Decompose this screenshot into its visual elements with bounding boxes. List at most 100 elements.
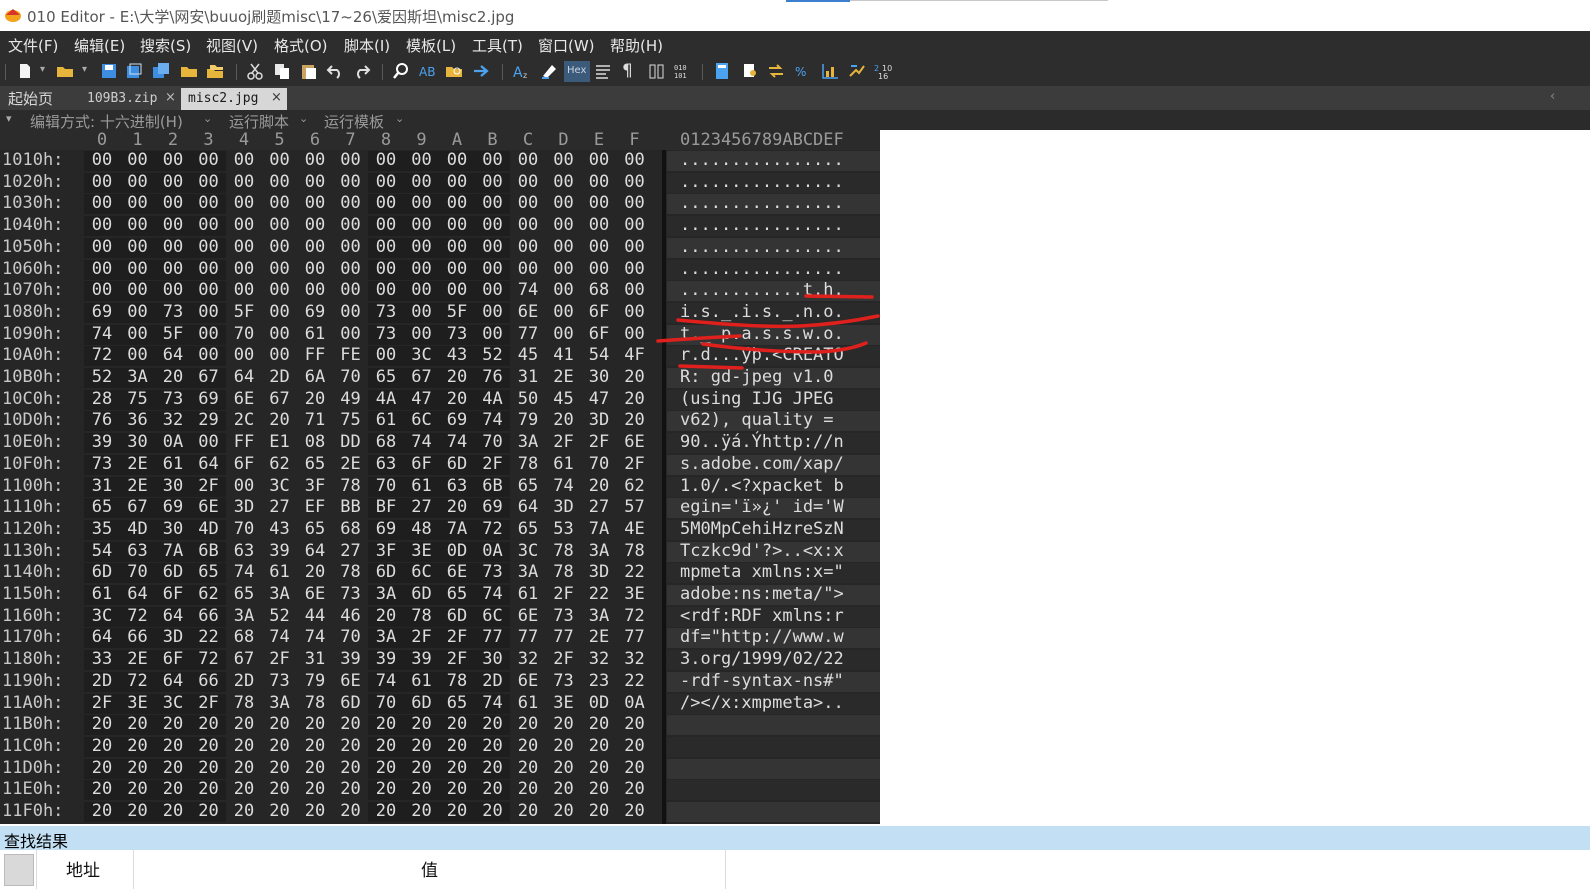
hex-byte[interactable]: 39: [404, 649, 440, 669]
hex-byte[interactable]: 20: [404, 801, 440, 821]
hex-byte[interactable]: 54: [581, 345, 617, 365]
hex-byte[interactable]: 29: [191, 410, 227, 430]
ascii-text[interactable]: v62), quality =: [680, 410, 844, 430]
hex-byte[interactable]: 3F: [368, 541, 404, 561]
hex-byte[interactable]: 20: [84, 758, 120, 778]
hex-byte[interactable]: 67: [120, 497, 156, 517]
hex-byte[interactable]: 64: [510, 497, 546, 517]
font-icon[interactable]: Az: [512, 62, 530, 80]
hex-byte[interactable]: 70: [333, 367, 369, 387]
hex-byte[interactable]: 7A: [439, 519, 475, 539]
hex-byte[interactable]: 6E: [510, 671, 546, 691]
hex-byte[interactable]: 69: [368, 519, 404, 539]
ascii-text[interactable]: -rdf-syntax-ns#": [680, 671, 844, 691]
hex-byte[interactable]: 68: [226, 627, 262, 647]
tab-scroll-left-icon[interactable]: ‹: [1550, 89, 1555, 104]
ascii-text[interactable]: ................: [680, 237, 844, 257]
hex-byte[interactable]: 00: [191, 172, 227, 192]
hex-row[interactable]: 1120h: 35 4D 30 4D 70 43 65 68 69 48 7A 72 65 53 7A 4E 5M…: [0, 519, 880, 541]
hex-byte[interactable]: 64: [226, 367, 262, 387]
hex-byte[interactable]: 00: [297, 237, 333, 257]
hex-byte[interactable]: 00: [546, 280, 582, 300]
hex-byte[interactable]: 20: [439, 801, 475, 821]
hex-byte[interactable]: 67: [262, 389, 298, 409]
hex-byte[interactable]: 6F: [404, 454, 440, 474]
hex-byte[interactable]: 63: [439, 476, 475, 496]
ascii-text[interactable]: s.adobe.com/xap/: [680, 454, 844, 474]
hex-byte[interactable]: 6F: [155, 584, 191, 604]
hex-byte[interactable]: 72: [120, 606, 156, 626]
hex-byte[interactable]: 20: [191, 779, 227, 799]
hex-byte[interactable]: 00: [475, 150, 511, 170]
hex-byte[interactable]: 20: [297, 714, 333, 734]
hex-byte[interactable]: 00: [368, 345, 404, 365]
menu-window[interactable]: 窗口(W): [538, 35, 595, 56]
hex-byte[interactable]: 30: [155, 476, 191, 496]
hex-byte[interactable]: 00: [226, 193, 262, 213]
edit-mode-dropdown[interactable]: 编辑方式: 十六进制(H): [30, 111, 183, 132]
hex-byte[interactable]: 00: [262, 259, 298, 279]
hex-byte[interactable]: 6D: [439, 606, 475, 626]
hex-row[interactable]: 11B0h: 20 20 20 20 20 20 20 20 20 20 20 20 20 20 20 20: [0, 714, 880, 736]
hex-byte[interactable]: 30: [120, 432, 156, 452]
hex-byte[interactable]: 3D: [581, 410, 617, 430]
hex-byte[interactable]: 00: [191, 259, 227, 279]
hex-byte[interactable]: 78: [546, 562, 582, 582]
hex-byte[interactable]: 44: [297, 606, 333, 626]
hex-byte[interactable]: 20: [439, 389, 475, 409]
hex-byte[interactable]: 3E: [120, 693, 156, 713]
hex-byte[interactable]: 6F: [155, 649, 191, 669]
hex-byte[interactable]: 00: [617, 193, 653, 213]
collapse-icon[interactable]: ▾: [6, 112, 12, 125]
hex-byte[interactable]: 00: [84, 259, 120, 279]
hex-byte[interactable]: 00: [510, 237, 546, 257]
hex-byte[interactable]: 2D: [226, 671, 262, 691]
ascii-text[interactable]: /></x:xmpmeta>..: [680, 693, 844, 713]
hex-byte[interactable]: 00: [226, 280, 262, 300]
ascii-text[interactable]: ................: [680, 150, 844, 170]
ascii-text[interactable]: [680, 758, 844, 778]
chevron-down-icon[interactable]: ⌄: [299, 112, 308, 125]
hex-byte[interactable]: 00: [439, 280, 475, 300]
hex-byte[interactable]: 00: [155, 280, 191, 300]
menu-view[interactable]: 视图(V): [206, 35, 258, 56]
hex-byte[interactable]: 00: [439, 150, 475, 170]
hex-byte[interactable]: 00: [333, 172, 369, 192]
hex-byte[interactable]: EF: [297, 497, 333, 517]
menu-file[interactable]: 文件(F): [8, 35, 58, 56]
hex-byte[interactable]: 69: [297, 302, 333, 322]
hex-byte[interactable]: 22: [617, 671, 653, 691]
hex-byte[interactable]: 00: [546, 150, 582, 170]
hex-byte[interactable]: 6E: [439, 562, 475, 582]
ascii-text[interactable]: ................: [680, 259, 844, 279]
hex-byte[interactable]: 2E: [333, 454, 369, 474]
hex-byte[interactable]: 20: [262, 736, 298, 756]
compare-icon[interactable]: [767, 62, 785, 80]
hex-byte[interactable]: 20: [155, 367, 191, 387]
hex-byte[interactable]: BF: [368, 497, 404, 517]
hex-byte[interactable]: 00: [475, 259, 511, 279]
hex-byte[interactable]: 2C: [226, 410, 262, 430]
hex-byte[interactable]: 4D: [120, 519, 156, 539]
ascii-text[interactable]: 1.0/.<?xpacket b: [680, 476, 844, 496]
hex-byte[interactable]: 2F: [262, 649, 298, 669]
hex-byte[interactable]: 3A: [262, 693, 298, 713]
hex-byte[interactable]: 20: [120, 758, 156, 778]
hex-byte[interactable]: 00: [297, 280, 333, 300]
hex-byte[interactable]: 20: [510, 779, 546, 799]
hex-byte[interactable]: 20: [475, 736, 511, 756]
hex-byte[interactable]: 2E: [120, 649, 156, 669]
hex-byte[interactable]: 00: [191, 432, 227, 452]
open-folder-icon[interactable]: [56, 62, 74, 80]
hex-byte[interactable]: 2E: [120, 454, 156, 474]
hex-row[interactable]: 1060h: 00 00 00 00 00 00 00 00 00 00 00 00 00 00 00 00..…: [0, 259, 880, 281]
hex-byte[interactable]: 20: [617, 758, 653, 778]
hex-byte[interactable]: 79: [510, 410, 546, 430]
run-template-dropdown[interactable]: 运行模板: [324, 111, 384, 132]
hex-byte[interactable]: 3D: [226, 497, 262, 517]
hex-byte[interactable]: 35: [84, 519, 120, 539]
hex-byte[interactable]: 69: [155, 497, 191, 517]
hex-byte[interactable]: 65: [191, 562, 227, 582]
hex-byte[interactable]: 64: [155, 606, 191, 626]
hex-byte[interactable]: 00: [84, 280, 120, 300]
